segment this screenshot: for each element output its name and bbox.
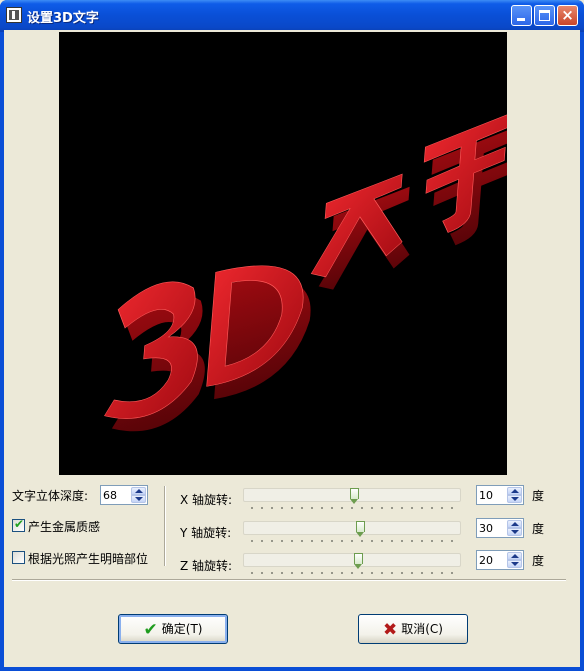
maximize-icon	[539, 10, 550, 21]
depth-label: 文字立体深度:	[12, 489, 89, 503]
slider-ticks	[247, 572, 459, 574]
preview-3d-text	[104, 112, 507, 432]
lighting-checkbox[interactable]	[12, 551, 25, 564]
depth-spinbox[interactable]	[100, 485, 148, 505]
z-spin-buttons[interactable]	[507, 552, 522, 568]
metal-checkbox[interactable]: ✔	[12, 517, 25, 532]
y-spin-down-button[interactable]	[507, 528, 522, 536]
depth-input[interactable]	[103, 487, 131, 503]
x-rotation-input[interactable]	[479, 487, 507, 503]
title-bar[interactable]: 设置3D文字 ×	[0, 0, 584, 32]
vertical-divider	[164, 486, 166, 566]
slider-ticks	[247, 507, 459, 509]
minimize-icon	[517, 18, 525, 21]
arrow-up-icon	[511, 489, 519, 493]
slider-track	[243, 553, 461, 567]
x-rotation-spinbox[interactable]	[476, 485, 524, 505]
slider-ticks	[247, 540, 459, 542]
minimize-button[interactable]	[511, 5, 532, 26]
arrow-up-icon	[135, 489, 143, 493]
ok-button-label: 确定(T)	[161, 622, 203, 636]
z-unit-label: 度	[532, 554, 545, 568]
dialog-client: 文字立体深度: ✔ 产生金属质感 根据光照产生明暗部位 X 轴旋转:	[4, 30, 580, 667]
y-unit-label: 度	[532, 522, 545, 536]
z-spin-down-button[interactable]	[507, 560, 522, 568]
arrow-down-icon	[511, 562, 519, 566]
arrow-down-icon	[511, 530, 519, 534]
lighting-label[interactable]: 根据光照产生明暗部位	[28, 550, 148, 567]
z-spin-up-button[interactable]	[507, 552, 522, 560]
close-button[interactable]: ×	[557, 5, 578, 26]
depth-spin-up-button[interactable]	[131, 487, 146, 495]
x-unit-label: 度	[532, 489, 545, 503]
slider-track	[243, 521, 461, 535]
arrow-down-icon	[511, 497, 519, 501]
z-rotation-label: Z 轴旋转:	[180, 559, 233, 573]
window-title: 设置3D文字	[27, 11, 99, 26]
y-spin-up-button[interactable]	[507, 520, 522, 528]
y-rotation-spinbox[interactable]	[476, 518, 524, 538]
x-rotation-slider[interactable]	[243, 488, 463, 512]
y-rotation-input[interactable]	[479, 520, 507, 536]
x-rotation-label: X 轴旋转:	[180, 493, 233, 507]
arrow-up-icon	[511, 522, 519, 526]
ok-button[interactable]: ✔ 确定(T)	[118, 614, 228, 644]
x-spin-up-button[interactable]	[507, 487, 522, 495]
close-icon: ×	[561, 6, 574, 24]
slider-thumb[interactable]	[350, 488, 359, 504]
preview-viewport[interactable]	[59, 32, 507, 475]
arrow-up-icon	[511, 554, 519, 558]
checkmark-icon: ✔	[13, 517, 25, 531]
maximize-button[interactable]	[534, 5, 555, 26]
z-rotation-spinbox[interactable]	[476, 550, 524, 570]
y-spin-buttons[interactable]	[507, 520, 522, 536]
depth-spin-down-button[interactable]	[131, 495, 146, 503]
x-spin-buttons[interactable]	[507, 487, 522, 503]
horizontal-divider	[12, 579, 566, 581]
metal-label[interactable]: 产生金属质感	[28, 518, 100, 535]
slider-thumb[interactable]	[356, 521, 365, 537]
y-rotation-slider[interactable]	[243, 521, 463, 545]
y-rotation-label: Y 轴旋转:	[180, 526, 232, 540]
depth-spin-buttons[interactable]	[131, 487, 146, 503]
arrow-down-icon	[135, 497, 143, 501]
x-spin-down-button[interactable]	[507, 495, 522, 503]
app-icon	[6, 7, 22, 23]
dialog-window: 设置3D文字 × 文字立体深度: 68 ✔ 产生金属质感 根据光照产生明暗部位 …	[0, 0, 584, 671]
z-rotation-slider[interactable]	[243, 553, 463, 577]
cancel-button-label: 取消(C)	[401, 622, 443, 636]
z-rotation-input[interactable]	[479, 552, 507, 568]
check-icon: ✔	[143, 620, 158, 640]
x-icon: ✖	[383, 620, 398, 640]
cancel-button[interactable]: ✖ 取消(C)	[358, 614, 468, 644]
slider-thumb[interactable]	[354, 553, 363, 569]
